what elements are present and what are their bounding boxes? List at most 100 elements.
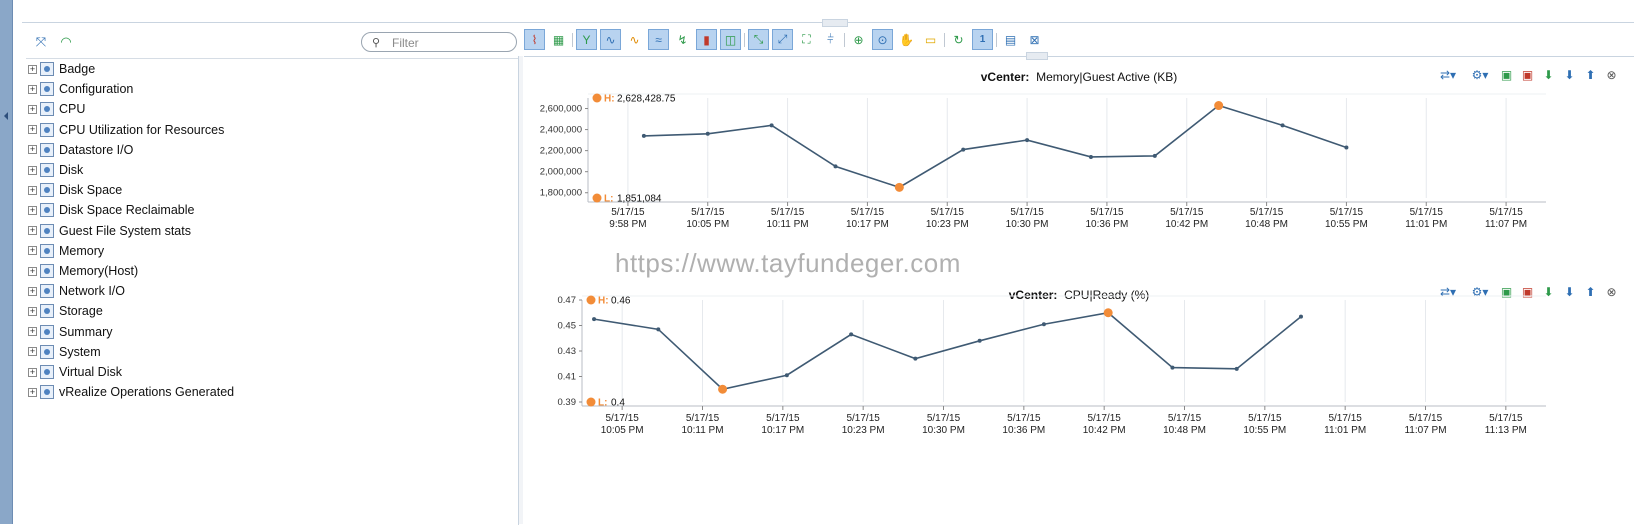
expand-icon[interactable]: +	[28, 185, 37, 195]
tree-item-label: System	[59, 344, 101, 359]
low-point[interactable]	[894, 182, 904, 192]
data-point[interactable]	[977, 338, 982, 343]
data-point[interactable]	[1041, 322, 1046, 327]
tree-item[interactable]: + Disk	[28, 160, 83, 180]
tree-item[interactable]: + CPU Utilization for Resources	[28, 120, 224, 140]
metric-group-icon	[40, 122, 54, 137]
left-collapse-strip[interactable]	[0, 0, 13, 524]
tree-item[interactable]: + Disk Space	[28, 180, 122, 200]
tree-item[interactable]: + System	[28, 342, 101, 362]
data-point[interactable]	[705, 131, 710, 136]
expand-icon[interactable]: +	[28, 347, 37, 357]
dynamic-threshold-button[interactable]: ≈	[648, 29, 669, 50]
high-point[interactable]	[1103, 308, 1113, 318]
filter-box[interactable]: ⚲	[361, 32, 517, 52]
tree-item[interactable]: + Disk Space Reclaimable	[28, 200, 194, 220]
expand-icon[interactable]: +	[28, 266, 37, 276]
data-point[interactable]	[656, 327, 661, 332]
data-point[interactable]	[1344, 145, 1349, 150]
tree-item[interactable]: + vRealize Operations Generated	[28, 382, 234, 402]
trend-line-button[interactable]: ∿	[624, 29, 645, 50]
zoom-view-icon[interactable]: ⊙	[872, 29, 893, 50]
low-point[interactable]	[718, 384, 728, 394]
expand-icon[interactable]: +	[28, 104, 37, 114]
data-point[interactable]	[1280, 123, 1285, 128]
zoom-x-button[interactable]: ⤡	[748, 29, 769, 50]
high-label: H:	[604, 94, 615, 105]
refresh-icon[interactable]: ↻	[948, 29, 969, 50]
tree-item[interactable]: + Storage	[28, 301, 103, 321]
expand-icon[interactable]: +	[28, 286, 37, 296]
data-point[interactable]	[833, 164, 838, 169]
expand-icon[interactable]: +	[28, 145, 37, 155]
data-point[interactable]	[592, 317, 597, 322]
tree-item[interactable]: + Virtual Disk	[28, 362, 122, 382]
anomaly-button[interactable]: ▮	[696, 29, 717, 50]
data-point[interactable]	[849, 332, 854, 337]
metric-group-icon	[40, 163, 54, 177]
chart-memory-guest-active: vCenter: Memory|Guest Active (KB) ⇄▾ ⚙▾ …	[524, 62, 1634, 252]
tooltip-icon[interactable]: ▭	[920, 29, 941, 50]
expand-icon[interactable]: +	[28, 226, 37, 236]
data-point[interactable]	[913, 356, 918, 361]
expand-icon[interactable]: +	[28, 246, 37, 256]
x-tick-time: 10:36 PM	[1002, 425, 1045, 436]
data-point[interactable]	[1088, 154, 1093, 159]
data-point[interactable]	[1025, 138, 1030, 143]
x-tick-date: 5/17/15	[1168, 413, 1202, 424]
tree-item[interactable]: + Memory(Host)	[28, 261, 138, 281]
forecast-button[interactable]: ↯	[672, 29, 693, 50]
expand-icon[interactable]: +	[28, 387, 37, 397]
filter-input[interactable]	[390, 35, 514, 51]
expand-icon[interactable]: +	[28, 306, 37, 316]
collapse-arrow-icon[interactable]	[4, 112, 8, 120]
high-point[interactable]	[1214, 101, 1224, 111]
data-point[interactable]	[784, 373, 789, 378]
expand-icon[interactable]: +	[28, 367, 37, 377]
expand-icon[interactable]: +	[28, 165, 37, 175]
expand-icon[interactable]: +	[28, 84, 37, 94]
tree-item[interactable]: + CPU	[28, 99, 85, 119]
fit-all-button[interactable]: ⛶	[796, 29, 817, 50]
panel-divider[interactable]	[518, 56, 523, 524]
calendar-icon[interactable]: ▤	[1000, 29, 1021, 50]
zoom-in-icon[interactable]: ⊕	[848, 29, 869, 50]
data-point[interactable]	[1170, 365, 1175, 370]
health-signal-icon[interactable]: ◠	[57, 33, 75, 51]
tree-item[interactable]: + Summary	[28, 322, 112, 342]
x-tick-date: 5/17/15	[1489, 413, 1523, 424]
remove-all-icon[interactable]: ⊠	[1024, 29, 1045, 50]
tree-item[interactable]: + Datastore I/O	[28, 140, 133, 160]
tree-item[interactable]: + Network I/O	[28, 281, 125, 301]
chart-plot-memory: 1,800,000 2,000,000 2,200,000 2,400,000 2,60…	[540, 93, 1546, 230]
pan-hand-icon[interactable]: ✋	[896, 29, 917, 50]
x-tick-date: 5/17/15	[771, 207, 805, 218]
splitter-handle[interactable]	[822, 19, 848, 27]
y-axis-button[interactable]: Y	[576, 29, 597, 50]
toolbar-splitter[interactable]	[1026, 52, 1048, 60]
tree-item[interactable]: + Configuration	[28, 79, 133, 99]
health-chart-button[interactable]: ⌇	[524, 29, 545, 50]
data-point[interactable]	[1152, 153, 1157, 158]
expand-icon[interactable]: +	[28, 205, 37, 215]
data-point[interactable]	[1298, 314, 1303, 319]
tree-item[interactable]: + Guest File System stats	[28, 221, 191, 241]
data-point[interactable]	[769, 123, 774, 128]
annotation-button[interactable]: ◫	[720, 29, 741, 50]
line-chart-button[interactable]: ∿	[600, 29, 621, 50]
data-point[interactable]	[641, 133, 646, 138]
expand-icon[interactable]: +	[28, 327, 37, 337]
expand-icon[interactable]: +	[28, 125, 37, 135]
split-chart-button[interactable]: ⫩	[820, 29, 841, 50]
data-point[interactable]	[1234, 366, 1239, 371]
x-tick-date: 5/17/15	[1489, 207, 1523, 218]
date-range-icon[interactable]: 1	[972, 29, 993, 50]
zoom-y-button[interactable]: ⤢	[772, 29, 793, 50]
expand-all-icon[interactable]: ⤧	[32, 33, 50, 51]
data-point[interactable]	[961, 147, 966, 152]
expand-icon[interactable]: +	[28, 64, 37, 74]
tree-item[interactable]: + Badge	[28, 59, 95, 79]
stacked-chart-button[interactable]: ▦	[548, 29, 569, 50]
tree-item[interactable]: + Memory	[28, 241, 104, 261]
tree-item-label: Storage	[59, 304, 103, 319]
